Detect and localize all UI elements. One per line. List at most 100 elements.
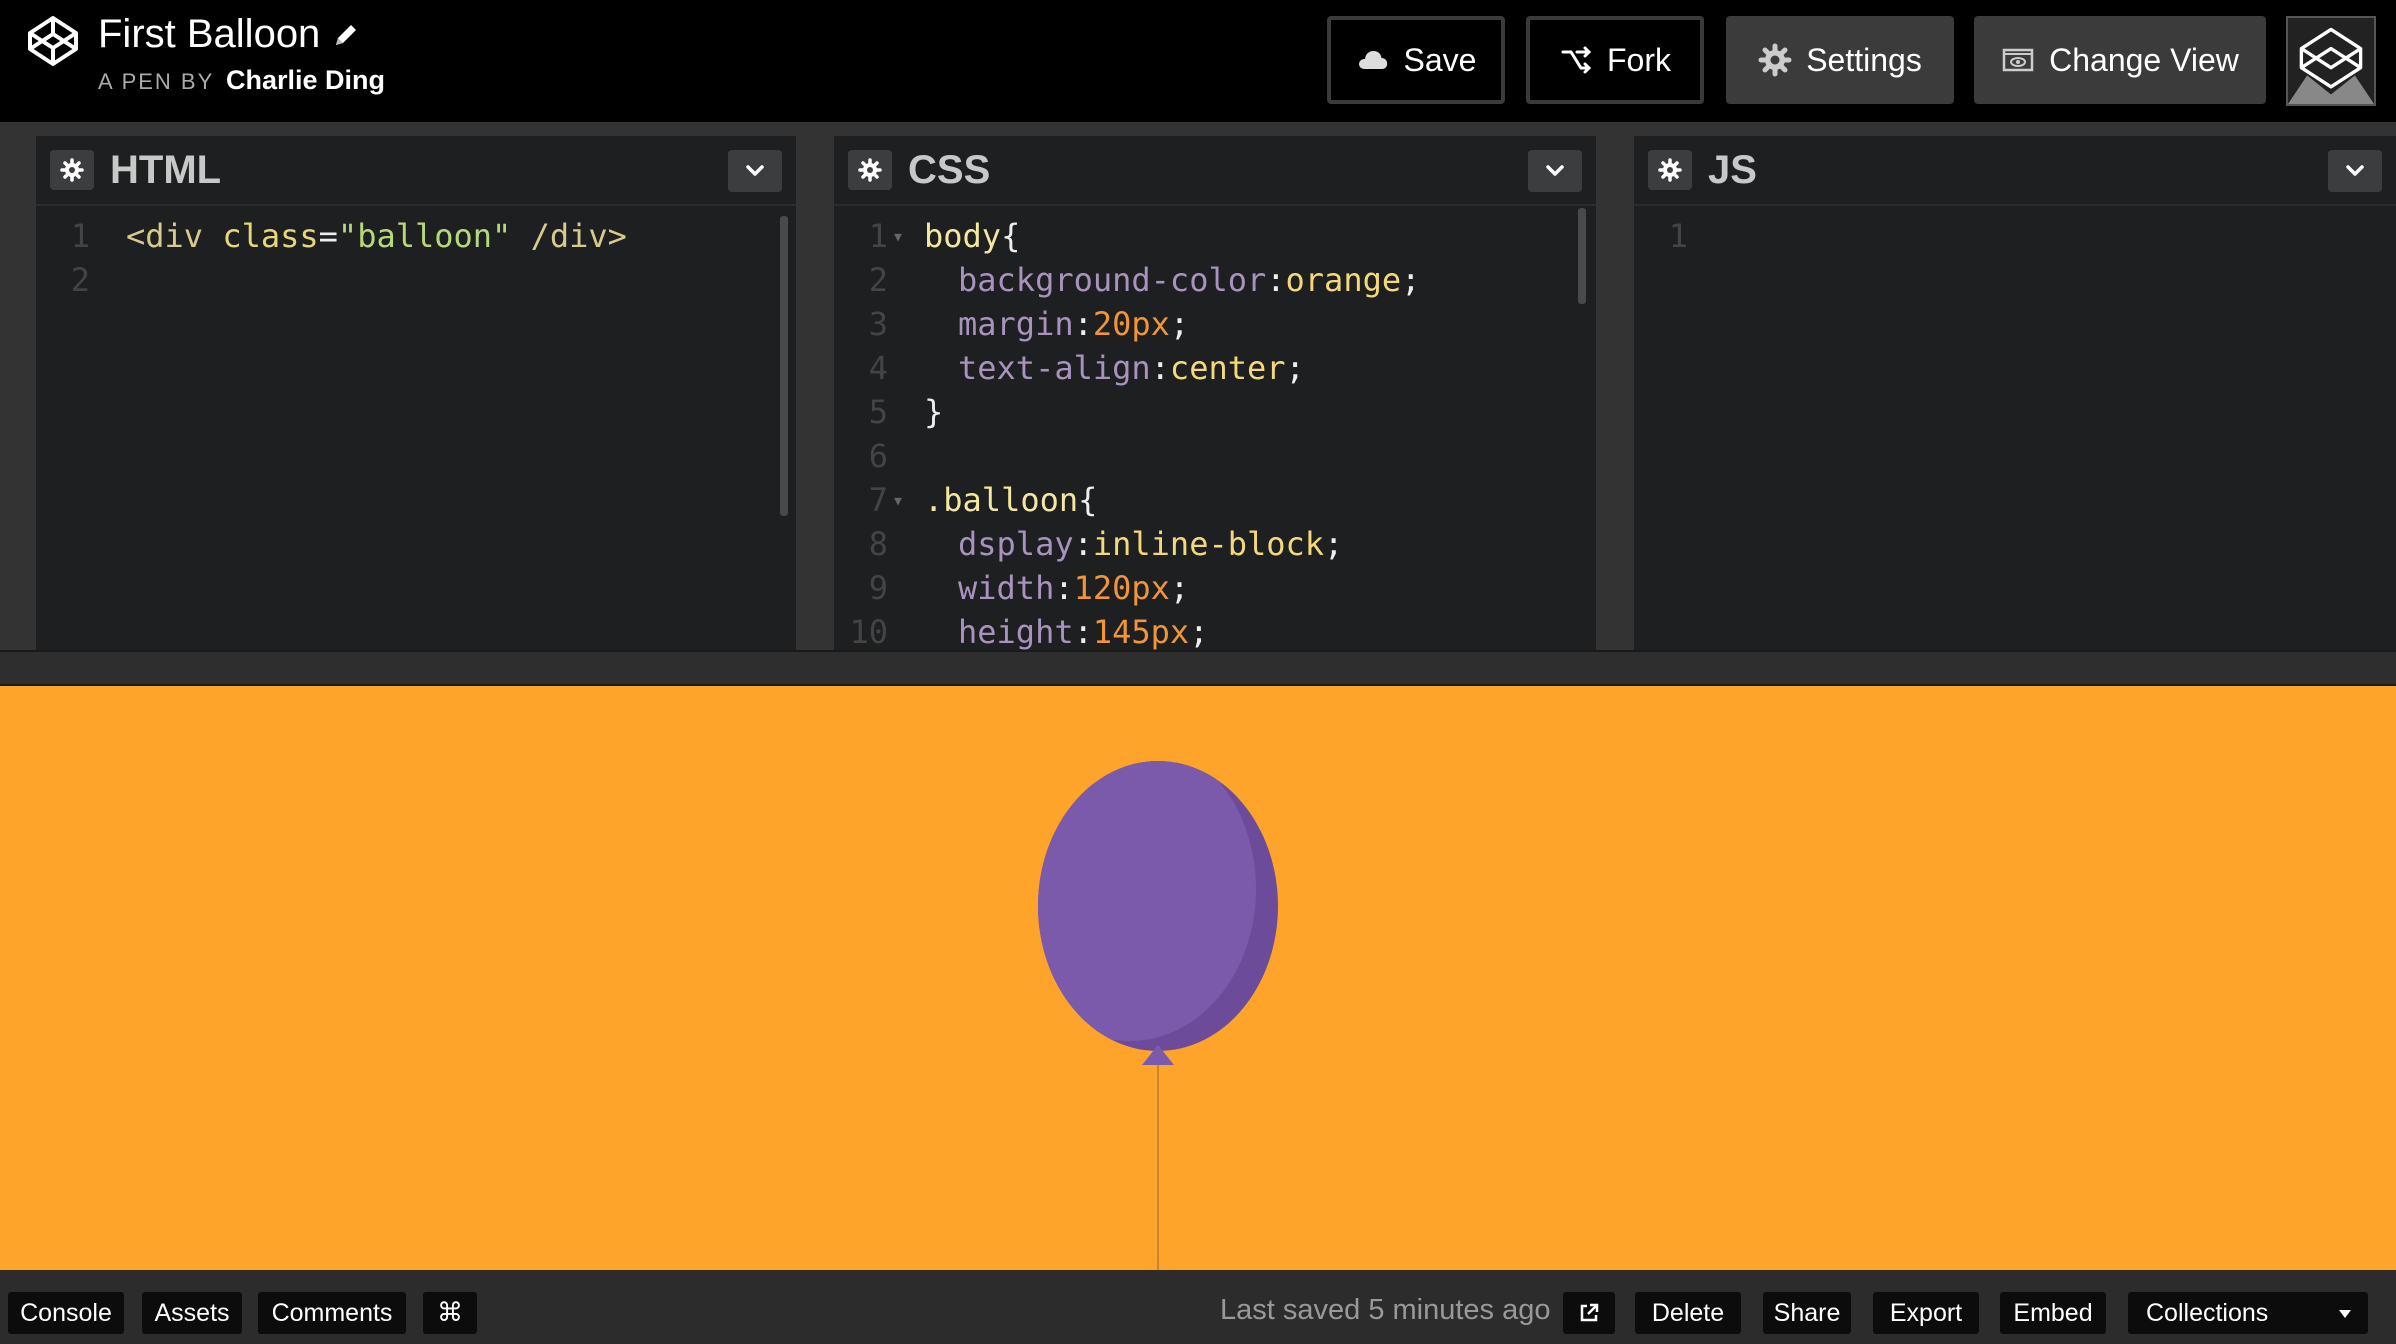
code-token: ; <box>1189 613 1209 650</box>
codepen-logo-icon[interactable] <box>26 14 80 68</box>
code-text: background-color:orange; <box>958 258 1420 302</box>
save-label: Save <box>1403 41 1477 78</box>
collections-dropdown[interactable]: Collections <box>2128 1292 2368 1334</box>
fold-toggle-icon[interactable]: ▾ <box>892 478 904 522</box>
code-line: 1 <div class="balloon" /div> <box>36 214 796 258</box>
chevron-down-icon <box>746 165 764 176</box>
pencil-icon[interactable] <box>332 21 360 49</box>
fork-button[interactable]: Fork <box>1526 16 1704 104</box>
js-collapse-button[interactable] <box>2328 150 2382 192</box>
code-line: 1 ▾ body{ <box>834 214 1596 258</box>
gear-icon <box>1658 158 1682 182</box>
code-token: 120px <box>1073 569 1170 607</box>
line-number: 2 <box>70 261 90 299</box>
code-line: 6 <box>834 434 1596 478</box>
code-token: 145px <box>1092 613 1190 650</box>
share-button[interactable]: Share <box>1763 1292 1851 1334</box>
result-preview[interactable] <box>0 686 2396 1270</box>
js-editor-header: JS <box>1634 136 2396 206</box>
code-text: } <box>924 390 943 434</box>
pen-info: First Balloon A PEN BY Charlie Ding <box>98 12 385 96</box>
code-token: ; <box>1324 525 1344 563</box>
css-code-area[interactable]: 1 ▾ body{2 background-color:orange; 3 margin:… <box>834 208 1596 650</box>
code-token: : <box>1054 569 1074 607</box>
code-token: height <box>958 613 1074 650</box>
open-external-button[interactable] <box>1563 1292 1615 1334</box>
author-link[interactable]: Charlie Ding <box>226 65 385 95</box>
code-token: "balloon" <box>337 217 512 255</box>
css-collapse-button[interactable] <box>1528 150 1582 192</box>
code-line: 1 <box>1634 214 2396 258</box>
fork-label: Fork <box>1607 41 1671 78</box>
code-text: text-align:center; <box>958 346 1305 390</box>
html-editor: HTML 1 <div class="balloon" /div> 2 <box>36 136 796 650</box>
code-token: margin <box>958 305 1074 343</box>
fork-icon <box>1561 46 1592 74</box>
chevron-down-icon <box>1546 165 1564 176</box>
pen-title[interactable]: First Balloon <box>98 12 385 57</box>
code-line: 2 <box>36 258 796 302</box>
delete-button[interactable]: Delete <box>1635 1292 1741 1334</box>
css-settings-button[interactable] <box>848 150 892 190</box>
code-text: body{ <box>924 214 1020 258</box>
code-token: ; <box>1169 305 1190 343</box>
pen-title-text: First Balloon <box>98 12 321 56</box>
code-token: = <box>318 217 338 255</box>
cloud-icon <box>1358 51 1387 69</box>
pen-by-label: A PEN BY <box>98 69 214 94</box>
code-token: .balloon <box>924 481 1079 519</box>
code-text: dsplay:inline-block; <box>958 522 1343 566</box>
html-settings-button[interactable] <box>50 150 94 190</box>
code-token: { <box>1001 217 1021 255</box>
code-token: dsplay <box>958 525 1074 563</box>
code-token: width <box>958 569 1055 607</box>
js-code-area[interactable]: 1 <box>1634 208 2396 650</box>
embed-button[interactable]: Embed <box>2000 1292 2106 1334</box>
line-number: 1 <box>1668 217 1688 255</box>
html-editor-header: HTML <box>36 136 796 206</box>
html-scrollbar[interactable] <box>780 216 788 516</box>
code-token: text-align <box>958 349 1151 387</box>
code-token: <div <box>126 217 223 255</box>
html-code-area[interactable]: 1 <div class="balloon" /div> 2 <box>36 208 796 650</box>
avatar[interactable] <box>2286 16 2376 106</box>
code-line: 10 height:145px; <box>834 610 1596 650</box>
settings-button[interactable]: Settings <box>1726 16 1954 104</box>
js-editor: JS 1 <box>1634 136 2396 650</box>
change-view-button[interactable]: Change View <box>1974 16 2266 104</box>
settings-label: Settings <box>1806 41 1922 78</box>
change-view-icon <box>2002 48 2034 72</box>
code-text: <div class="balloon" /div> <box>126 214 627 258</box>
code-token: : <box>1073 305 1093 343</box>
line-number: 9 <box>868 569 888 607</box>
line-number: 6 <box>868 437 888 475</box>
collections-label: Collections <box>2146 1298 2269 1327</box>
css-editor: CSS 1 ▾ body{2 background-color:orange; 3 mar… <box>834 136 1596 650</box>
assets-button[interactable]: Assets <box>142 1292 242 1334</box>
html-editor-title: HTML <box>110 147 222 192</box>
html-collapse-button[interactable] <box>728 150 782 192</box>
js-editor-title: JS <box>1708 147 1757 192</box>
change-view-label: Change View <box>2049 41 2239 78</box>
comments-button[interactable]: Comments <box>258 1292 406 1334</box>
code-token: /div> <box>511 217 627 255</box>
css-scrollbar[interactable] <box>1578 208 1586 304</box>
command-key-icon: ⌘ <box>437 1298 463 1328</box>
caret-down-icon <box>2339 1310 2351 1318</box>
fold-toggle-icon[interactable]: ▾ <box>892 214 904 258</box>
code-line: 8 dsplay:inline-block; <box>834 522 1596 566</box>
js-settings-button[interactable] <box>1648 150 1692 190</box>
code-token: : <box>1073 613 1093 650</box>
export-button[interactable]: Export <box>1873 1292 1979 1334</box>
line-number: 7 <box>868 481 888 519</box>
line-number: 2 <box>868 261 888 299</box>
resize-handle[interactable] <box>0 650 2396 686</box>
code-token: orange <box>1285 261 1402 299</box>
code-token: background-color <box>958 261 1267 299</box>
console-button[interactable]: Console <box>8 1292 124 1334</box>
code-line: 9 width:120px; <box>834 566 1596 610</box>
code-line: 5} <box>834 390 1596 434</box>
save-button[interactable]: Save <box>1327 16 1505 104</box>
keyboard-shortcuts-button[interactable]: ⌘ <box>423 1292 477 1334</box>
code-token: : <box>1150 349 1170 387</box>
